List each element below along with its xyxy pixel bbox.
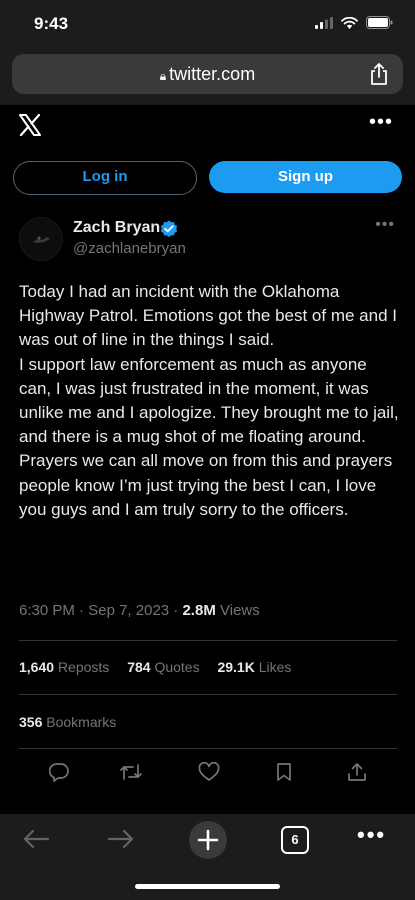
signal-icon	[315, 16, 333, 29]
engagement-stats: 1,640 Reposts 784 Quotes 29.1K Likes	[19, 659, 305, 675]
forward-icon[interactable]	[107, 828, 135, 850]
header-more-icon[interactable]: •••	[369, 111, 393, 134]
quotes-count: 784	[127, 659, 151, 675]
auth-buttons: Log in Sign up	[13, 161, 403, 195]
lock-icon: 🔒︎	[159, 69, 167, 83]
status-bar: 9:43	[0, 0, 415, 50]
likes-label: Likes	[258, 659, 292, 675]
tweet-header: Zach Bryan @zachlanebryan •••	[0, 212, 415, 272]
tweet-paragraph: I support law enforcement as much as any…	[19, 354, 399, 447]
likes-count: 29.1K	[217, 659, 255, 675]
site-header: •••	[0, 105, 415, 150]
author-name[interactable]: Zach Bryan	[73, 219, 160, 237]
tabs-button[interactable]: 6	[281, 826, 309, 854]
repost-icon[interactable]	[120, 762, 142, 782]
tweet-date[interactable]: Sep 7, 2023	[88, 602, 169, 619]
tweet-text: Today I had an incident with the Oklahom…	[19, 280, 399, 522]
divider	[19, 748, 397, 749]
reposts-label: Reposts	[57, 659, 110, 675]
avatar-image	[20, 218, 62, 260]
meta-separator: ·	[79, 602, 89, 619]
reposts-count: 1,640	[19, 659, 55, 675]
bookmark-icon[interactable]	[275, 762, 293, 782]
verified-badge-icon	[160, 220, 178, 237]
like-icon[interactable]	[198, 762, 220, 782]
battery-icon	[366, 16, 393, 29]
login-button[interactable]: Log in	[13, 161, 197, 195]
status-time: 9:43	[34, 14, 69, 33]
bookmarks-count: 356	[19, 714, 43, 730]
author-handle[interactable]: @zachlanebryan	[73, 240, 186, 257]
tweet-paragraph: Prayers we can all move on from this and…	[19, 451, 393, 519]
browser-more-icon[interactable]: •••	[357, 822, 386, 848]
x-logo-icon[interactable]	[18, 113, 42, 137]
tweet-paragraph: Today I had an incident with the Oklahom…	[19, 282, 397, 350]
likes-stat[interactable]: 29.1K Likes	[217, 659, 291, 675]
quotes-stat[interactable]: 784 Quotes	[127, 659, 199, 675]
new-tab-icon[interactable]	[188, 820, 228, 860]
status-icons	[315, 16, 393, 29]
url-text: twitter.com	[169, 64, 256, 84]
url-display[interactable]: 🔒︎ twitter.com	[12, 64, 403, 85]
divider	[19, 640, 397, 641]
views-count: 2.8M	[182, 602, 216, 619]
tweet-actions	[19, 762, 397, 790]
bookmarks-label: Bookmarks	[46, 714, 117, 730]
views-label: Views	[220, 602, 260, 619]
reposts-stat[interactable]: 1,640 Reposts	[19, 659, 109, 675]
reply-icon[interactable]	[49, 762, 69, 782]
home-indicator	[135, 884, 280, 889]
share-icon[interactable]	[369, 62, 389, 86]
signup-button[interactable]: Sign up	[209, 161, 402, 193]
address-bar[interactable]: 🔒︎ twitter.com	[12, 54, 403, 94]
tweet-meta: 6:30 PM · Sep 7, 2023 · 2.8M Views	[19, 602, 260, 619]
back-icon[interactable]	[22, 828, 50, 850]
wifi-icon	[341, 16, 358, 29]
browser-toolbar: 🔒︎ twitter.com	[0, 50, 415, 105]
tweet-more-icon[interactable]: •••	[375, 216, 395, 234]
quotes-label: Quotes	[154, 659, 200, 675]
share-tweet-icon[interactable]	[347, 762, 367, 782]
tweet-time[interactable]: 6:30 PM	[19, 602, 75, 619]
bookmarks-stat[interactable]: 356 Bookmarks	[19, 714, 116, 730]
browser-bottom-toolbar: 6 •••	[0, 814, 415, 900]
avatar[interactable]	[19, 217, 63, 261]
divider	[19, 694, 397, 695]
